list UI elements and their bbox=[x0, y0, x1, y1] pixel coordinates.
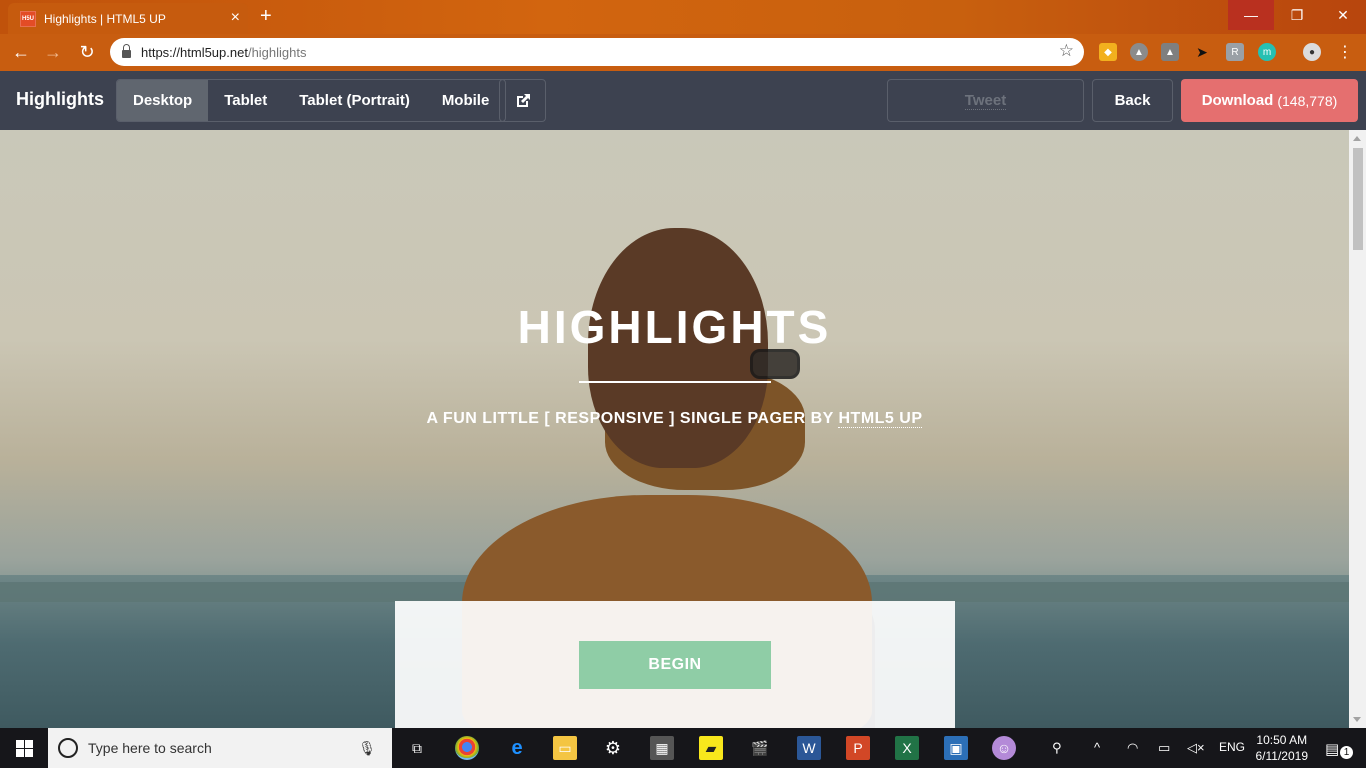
clock-date: 6/11/2019 bbox=[1255, 749, 1309, 763]
action-center-icon[interactable]: ▤ bbox=[1325, 740, 1339, 758]
download-button[interactable]: Download (148,778) bbox=[1181, 79, 1358, 122]
forward-arrow-icon[interactable]: → bbox=[40, 40, 66, 64]
tweet-label: Tweet bbox=[964, 91, 1007, 110]
view-tablet-portrait-button[interactable]: Tablet (Portrait) bbox=[283, 80, 426, 121]
app-icon-purple-cat[interactable]: ☺ bbox=[992, 736, 1016, 760]
search-placeholder: Type here to search bbox=[88, 740, 212, 756]
lock-icon bbox=[122, 43, 131, 58]
chrome-taskbar-icon[interactable] bbox=[455, 736, 479, 760]
hero-divider bbox=[579, 381, 771, 383]
calculator-icon[interactable]: ▦ bbox=[650, 736, 674, 760]
back-arrow-icon[interactable]: ← bbox=[8, 40, 34, 64]
drive-extension-icon[interactable]: ▲ bbox=[1161, 43, 1179, 61]
clock-time: 10:50 AM bbox=[1256, 733, 1308, 747]
address-bar[interactable]: https://html5up.net/highlights ☆ bbox=[110, 38, 1084, 66]
wifi-icon[interactable]: ◠ bbox=[1127, 740, 1138, 756]
windows-taskbar: Type here to search 🎙 ⧉ e ▭ ⚙ ▦ ▰ 🎬 W P … bbox=[0, 728, 1366, 768]
tweet-button[interactable]: Tweet bbox=[887, 79, 1084, 122]
app-icon-blue[interactable]: ▣ bbox=[944, 736, 968, 760]
url-host: https://html5up.net bbox=[141, 44, 248, 60]
microphone-icon[interactable]: 🎙 bbox=[358, 740, 376, 757]
word-icon[interactable]: W bbox=[797, 736, 821, 760]
browser-menu-icon[interactable]: ⋮ bbox=[1336, 43, 1354, 61]
hero-title: HIGHLIGHTS bbox=[517, 301, 832, 353]
page-viewport: HIGHLIGHTS A FUN LITTLE [ RESPONSIVE ] S… bbox=[0, 130, 1349, 728]
scroll-down-arrow-icon[interactable] bbox=[1353, 717, 1361, 722]
taskbar-clock[interactable]: 10:50 AM 6/11/2019 bbox=[1256, 732, 1309, 764]
windows-logo-icon bbox=[15, 739, 33, 757]
begin-button[interactable]: BEGIN bbox=[579, 641, 771, 689]
download-count: (148,778) bbox=[1277, 92, 1338, 109]
cursor-extension-icon[interactable]: ➤ bbox=[1193, 43, 1211, 61]
hero-subtitle: A FUN LITTLE [ RESPONSIVE ] SINGLE PAGER… bbox=[0, 410, 1349, 428]
url-path: /highlights bbox=[247, 44, 307, 60]
task-view-icon[interactable]: ⧉ bbox=[405, 736, 429, 760]
sticky-notes-icon[interactable]: ▰ bbox=[699, 736, 723, 760]
volume-muted-icon[interactable]: ◁× bbox=[1187, 740, 1205, 756]
start-button[interactable] bbox=[0, 728, 48, 768]
browser-titlebar: H5U Highlights | HTML5 UP × + — ❐ ✕ bbox=[0, 0, 1366, 34]
external-link-icon bbox=[516, 93, 530, 107]
preview-header: Highlights Desktop Tablet Tablet (Portra… bbox=[0, 71, 1366, 130]
video-editor-icon[interactable]: 🎬 bbox=[748, 736, 772, 760]
html5up-link[interactable]: HTML5 UP bbox=[838, 410, 923, 428]
file-explorer-icon[interactable]: ▭ bbox=[553, 736, 577, 760]
cortana-icon bbox=[58, 738, 78, 758]
download-label: Download bbox=[1201, 92, 1274, 109]
bookmark-star-icon[interactable]: ☆ bbox=[1059, 41, 1074, 61]
tab-close-icon[interactable]: × bbox=[231, 10, 240, 26]
view-tablet-button[interactable]: Tablet bbox=[208, 80, 283, 121]
preview-title: Highlights bbox=[16, 89, 104, 109]
taskbar-search-box[interactable]: Type here to search 🎙 bbox=[48, 728, 392, 768]
extension-icon-2[interactable]: ▲ bbox=[1130, 43, 1148, 61]
html5up-favicon-icon: H5U bbox=[20, 10, 36, 27]
tab-title: Highlights | HTML5 UP bbox=[44, 11, 166, 26]
hero-subtitle-text: A FUN LITTLE [ RESPONSIVE ] SINGLE PAGER… bbox=[426, 410, 839, 427]
profile-avatar-icon[interactable]: ● bbox=[1303, 43, 1321, 61]
edge-taskbar-icon[interactable]: e bbox=[505, 736, 529, 760]
extension-icon-1[interactable]: ◆ bbox=[1099, 43, 1117, 61]
people-icon[interactable]: ⚲ bbox=[1052, 740, 1062, 756]
new-tab-plus-icon[interactable]: + bbox=[260, 6, 272, 26]
begin-panel: BEGIN bbox=[395, 601, 955, 728]
window-minimize-icon[interactable]: — bbox=[1228, 0, 1274, 30]
view-desktop-button[interactable]: Desktop bbox=[117, 80, 209, 121]
external-link-button[interactable] bbox=[499, 79, 546, 122]
view-mobile-button[interactable]: Mobile bbox=[426, 80, 505, 121]
extension-icon-m[interactable]: m bbox=[1258, 43, 1276, 61]
view-mode-group: Desktop Tablet Tablet (Portrait) Mobile bbox=[116, 79, 507, 122]
tray-expand-chevron-icon[interactable]: ^ bbox=[1094, 740, 1100, 755]
powerpoint-icon[interactable]: P bbox=[846, 736, 870, 760]
browser-tab[interactable]: H5U Highlights | HTML5 UP × bbox=[8, 3, 248, 34]
notification-count-badge: 1 bbox=[1340, 746, 1353, 759]
page-scrollbar[interactable] bbox=[1349, 130, 1366, 728]
settings-gear-icon[interactable]: ⚙ bbox=[601, 736, 625, 760]
extension-icon-5[interactable]: R bbox=[1226, 43, 1244, 61]
battery-icon[interactable]: ▭ bbox=[1158, 740, 1170, 756]
browser-toolbar: ← → ↻ https://html5up.net/highlights ☆ ◆… bbox=[0, 34, 1366, 71]
scrollbar-thumb[interactable] bbox=[1353, 148, 1363, 250]
excel-icon[interactable]: X bbox=[895, 736, 919, 760]
language-indicator[interactable]: ENG bbox=[1219, 740, 1245, 754]
window-close-icon[interactable]: ✕ bbox=[1320, 0, 1366, 30]
scroll-up-arrow-icon[interactable] bbox=[1353, 136, 1361, 141]
reload-icon[interactable]: ↻ bbox=[74, 40, 100, 64]
back-button[interactable]: Back bbox=[1092, 79, 1173, 122]
window-restore-icon[interactable]: ❐ bbox=[1274, 0, 1320, 30]
